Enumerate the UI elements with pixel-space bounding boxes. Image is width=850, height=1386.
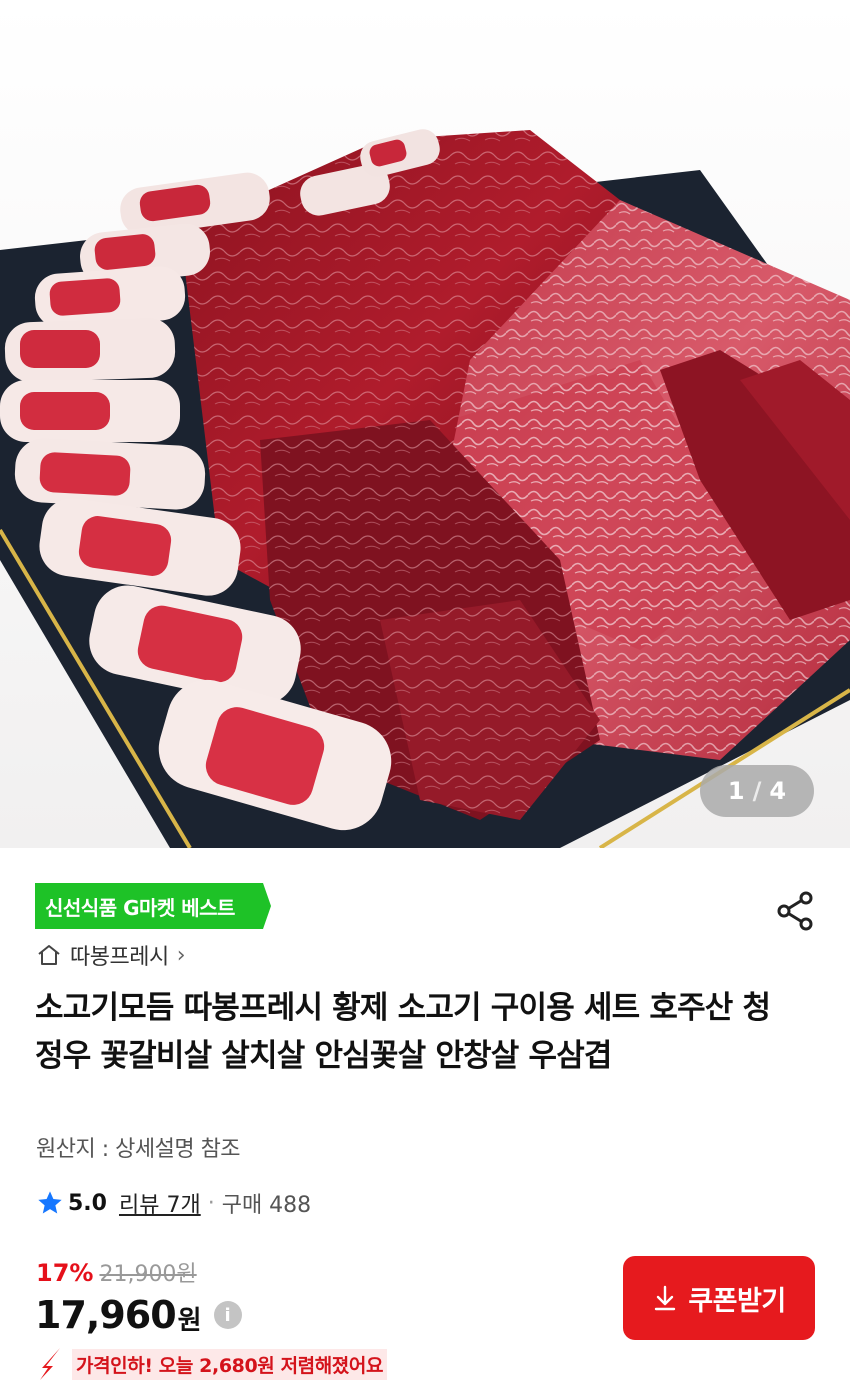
price-drop-text: 가격인하! 오늘 2,680원 저렴해졌어요 <box>72 1348 388 1380</box>
best-seller-badge: 신선식품 G마켓 베스트 <box>35 883 271 929</box>
purchase-count: 구매 488 <box>221 1193 312 1218</box>
chevron-right-icon: › <box>176 942 186 968</box>
info-icon[interactable]: i <box>213 1301 242 1329</box>
image-page-indicator: 1 / 4 <box>700 765 814 817</box>
share-button[interactable] <box>774 889 818 933</box>
total-pages: 4 <box>769 777 787 805</box>
share-icon <box>777 891 813 931</box>
meat-platter-image <box>0 0 850 848</box>
review-count-link[interactable]: 리뷰 7개 <box>119 1187 201 1219</box>
rating-summary: 5.0 리뷰 7개 · 구매 488 <box>36 1186 311 1220</box>
discount-rate: 17% <box>36 1259 94 1287</box>
home-icon <box>38 945 60 965</box>
origin-info: 원산지 : 상세설명 참조 <box>36 1137 241 1162</box>
product-title: 소고기모듬 따봉프레시 황제 소고기 구이용 세트 호주산 청정우 꽃갈비살 살… <box>35 990 771 1074</box>
current-page: 1 <box>727 777 745 805</box>
sale-price: 17,960 원 i <box>35 1293 242 1337</box>
star-icon <box>38 1191 62 1214</box>
rating-separator: · <box>207 1190 215 1216</box>
page-separator: / <box>752 777 762 805</box>
seller-name: 따봉프레시 <box>70 945 169 970</box>
seller-shop-link[interactable]: 따봉프레시 › <box>36 940 186 970</box>
coupon-button-label: 쿠폰받기 <box>688 1285 786 1317</box>
discount-info: 17% 21,900원 <box>36 1256 197 1288</box>
price-down-arrow-icon <box>40 1348 60 1380</box>
price-currency: 원 <box>177 1305 202 1336</box>
product-image-gallery[interactable]: 1 / 4 <box>0 0 850 848</box>
price-value: 17,960 <box>35 1293 177 1337</box>
rating-score: 5.0 <box>68 1190 107 1216</box>
download-coupon-button[interactable]: 쿠폰받기 <box>623 1256 815 1340</box>
original-price: 21,900원 <box>99 1262 197 1287</box>
download-icon <box>655 1285 676 1311</box>
price-drop-notice: 가격인하! 오늘 2,680원 저렴해졌어요 <box>36 1346 388 1382</box>
